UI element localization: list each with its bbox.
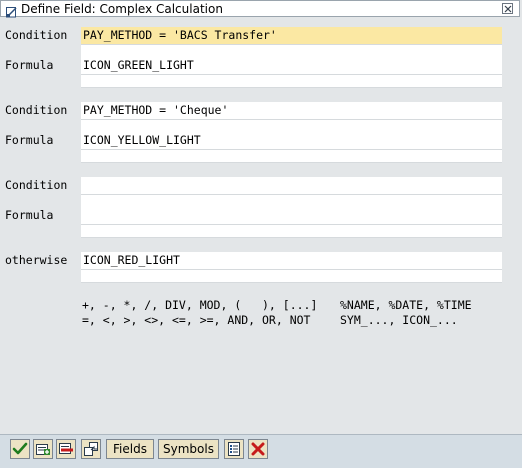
formula3-label: Formula <box>5 208 54 222</box>
insert-line-icon <box>36 444 50 455</box>
otherwise-input[interactable]: ICON_RED_LIGHT <box>81 252 502 270</box>
formula3-input[interactable] <box>81 207 502 225</box>
check-icon <box>12 442 28 455</box>
formula1-continuation[interactable] <box>81 75 502 88</box>
otherwise-label: otherwise <box>5 253 68 267</box>
insert-line-button[interactable] <box>33 439 53 459</box>
formula1-input[interactable]: ICON_GREEN_LIGHT <box>81 57 502 75</box>
pattern-button[interactable] <box>81 439 101 459</box>
window-title: Define Field: Complex Calculation <box>21 2 223 16</box>
condition1-label: Condition <box>5 28 68 42</box>
otherwise-continuation[interactable] <box>81 270 502 283</box>
close-button[interactable] <box>502 3 513 14</box>
fields-button[interactable]: Fields <box>106 439 154 459</box>
delete-line-button[interactable] <box>56 439 76 459</box>
calculation-form: Condition PAY_METHOD = 'BACS Transfer' F… <box>0 18 520 430</box>
condition3-input[interactable] <box>81 177 502 195</box>
symbols-button[interactable]: Symbols <box>158 439 219 459</box>
condition2-label: Condition <box>5 103 68 117</box>
formula3-continuation[interactable] <box>81 225 502 238</box>
close-icon <box>504 5 512 13</box>
formula1-label: Formula <box>5 58 54 72</box>
operators-help-line1: +, -, *, /, DIV, MOD, ( ), [...] <box>82 298 318 312</box>
edit-window-icon <box>6 3 18 18</box>
formula2-label: Formula <box>5 133 54 147</box>
confirm-button[interactable] <box>10 439 30 459</box>
symbols-help-line1: %NAME, %DATE, %TIME <box>340 298 472 312</box>
formula2-continuation[interactable] <box>81 150 502 163</box>
condition1-input[interactable]: PAY_METHOD = 'BACS Transfer' <box>81 27 502 45</box>
list-button[interactable] <box>224 439 244 459</box>
cancel-button[interactable] <box>248 439 268 459</box>
operators-help-line2: =, <, >, <>, <=, >=, AND, OR, NOT <box>82 313 311 327</box>
condition2-input[interactable]: PAY_METHOD = 'Cheque' <box>81 102 502 120</box>
pattern-icon <box>84 442 98 456</box>
formula2-input[interactable]: ICON_YELLOW_LIGHT <box>81 132 502 150</box>
symbols-help-line2: SYM_..., ICON_... <box>340 313 458 327</box>
list-icon <box>228 442 240 456</box>
application-toolbar: Fields Symbols <box>0 434 522 468</box>
title-bar: Define Field: Complex Calculation <box>0 0 520 18</box>
condition3-label: Condition <box>5 178 68 192</box>
cancel-icon <box>251 442 265 456</box>
delete-line-icon <box>59 443 73 454</box>
